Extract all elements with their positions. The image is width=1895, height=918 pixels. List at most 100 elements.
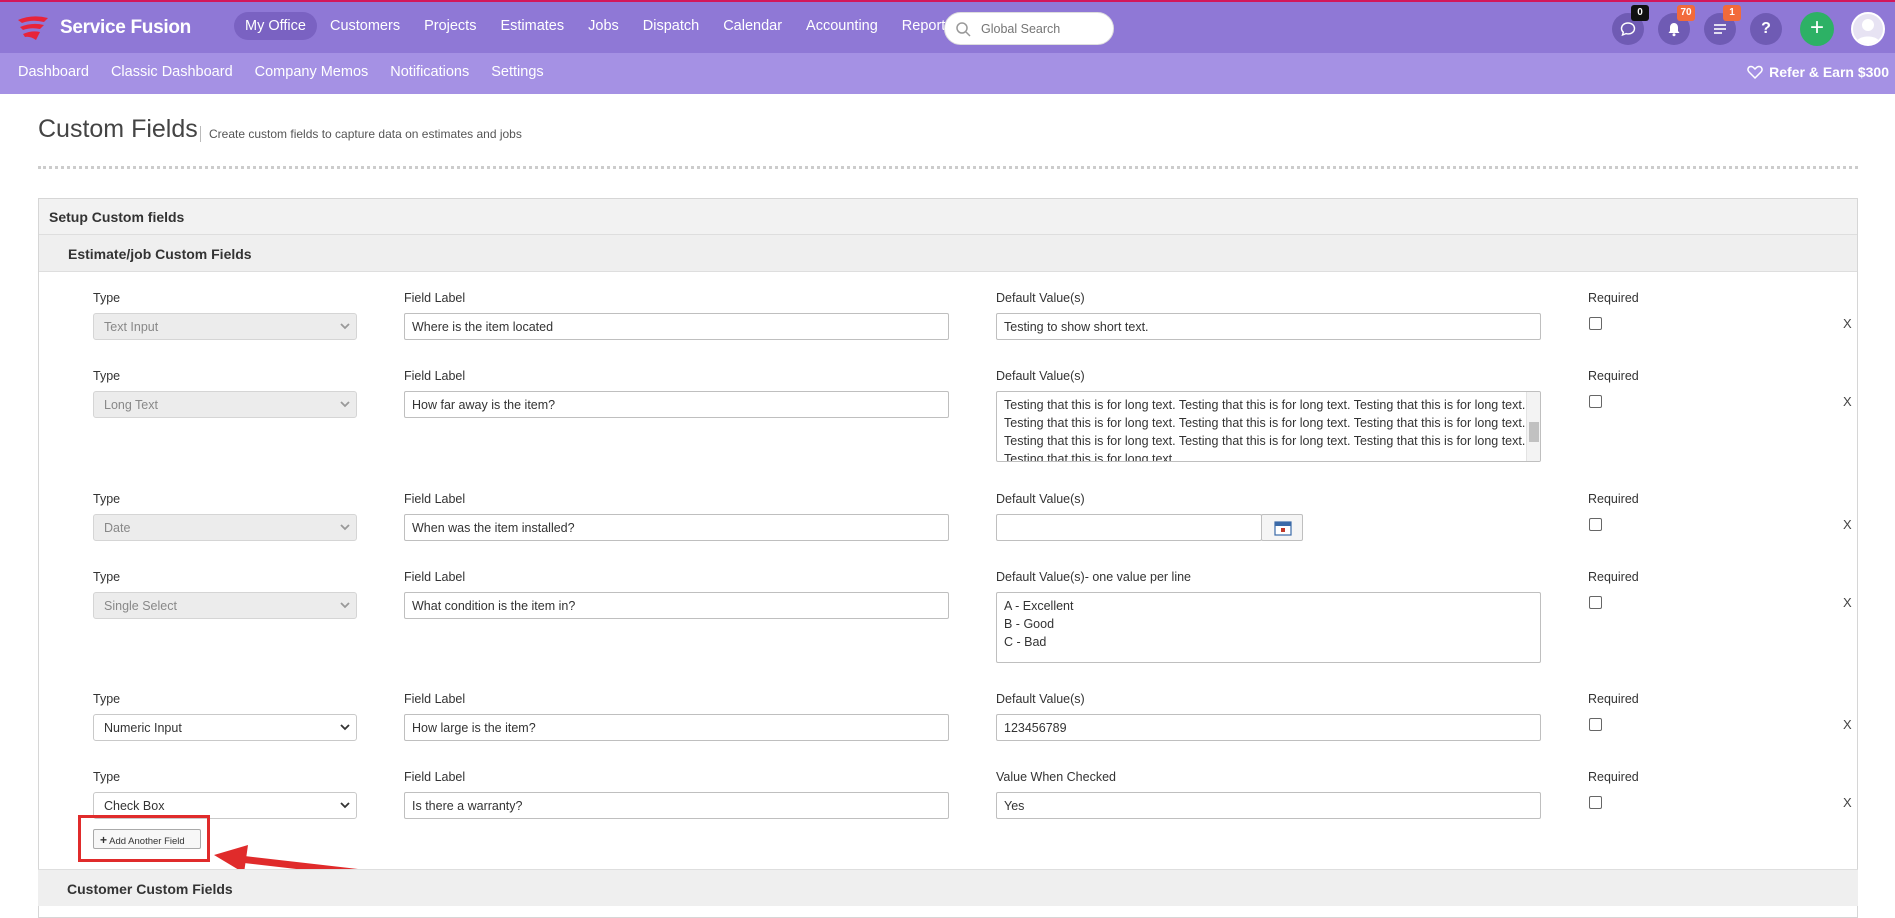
value-when-checked-input[interactable]: Yes — [996, 792, 1541, 819]
required-checkbox[interactable] — [1589, 317, 1602, 330]
textarea-line: Testing that this is for long text. — [1004, 452, 1176, 462]
help-button[interactable]: ? — [1750, 13, 1782, 45]
chevron-down-icon — [340, 323, 350, 330]
field-label-input[interactable]: What condition is the item in? — [404, 592, 949, 619]
help-icon: ? — [1761, 20, 1771, 37]
top-navbar: Service Fusion My Office Customers Proje… — [0, 0, 1895, 53]
service-fusion-logo-icon — [18, 16, 48, 40]
nav-item-my-office[interactable]: My Office — [234, 12, 317, 40]
options-textarea[interactable]: A - Excellent B - Good C - Bad — [996, 592, 1541, 663]
user-avatar[interactable] — [1851, 12, 1885, 46]
annotation-highlight-box — [78, 815, 210, 862]
required-label: Required — [1588, 291, 1639, 305]
field-label-input[interactable]: How far away is the item? — [404, 391, 949, 418]
nav-item-customers[interactable]: Customers — [319, 12, 411, 40]
quick-add-button[interactable]: + — [1800, 12, 1834, 46]
date-input[interactable] — [996, 514, 1262, 541]
field-label-input[interactable]: Where is the item located — [404, 313, 949, 340]
subnav-item-classic-dashboard[interactable]: Classic Dashboard — [111, 64, 233, 80]
nav-item-projects[interactable]: Projects — [413, 12, 487, 40]
global-search-input[interactable] — [979, 19, 1105, 39]
default-value-heading: Default Value(s)- one value per line — [996, 570, 1192, 584]
remove-field-button[interactable]: X — [1843, 394, 1852, 409]
nav-item-estimates[interactable]: Estimates — [489, 12, 575, 40]
field-label-heading: Field Label — [404, 492, 466, 506]
type-select-value: Check Box — [104, 799, 165, 813]
chat-button[interactable]: 0 — [1612, 5, 1649, 45]
field-label-input[interactable]: How large is the item? — [404, 714, 949, 741]
section-title-estimate-job: Estimate/job Custom Fields — [39, 235, 1857, 272]
required-checkbox[interactable] — [1589, 596, 1602, 609]
refer-label: Refer & Earn $300 — [1769, 64, 1889, 80]
type-select: Date — [93, 514, 357, 541]
default-value-textarea[interactable]: Testing that this is for long text. Test… — [996, 391, 1541, 462]
bell-icon — [1668, 23, 1680, 37]
chevron-down-icon — [340, 802, 350, 809]
type-select-value: Single Select — [104, 599, 177, 613]
type-label: Type — [93, 692, 121, 706]
refer-and-earn-link[interactable]: Refer & Earn $300 — [1747, 64, 1889, 80]
type-label: Type — [93, 492, 121, 506]
required-label: Required — [1588, 492, 1639, 506]
user-icon — [1856, 19, 1880, 44]
type-select-value: Long Text — [104, 398, 158, 412]
global-search[interactable] — [944, 12, 1114, 45]
default-value-input[interactable]: 123456789 — [996, 714, 1541, 741]
list-icon — [1714, 24, 1726, 34]
type-select: Text Input — [93, 313, 357, 340]
remove-field-button[interactable]: X — [1843, 795, 1852, 810]
required-label: Required — [1588, 692, 1639, 706]
required-label: Required — [1588, 570, 1639, 584]
required-checkbox[interactable] — [1589, 395, 1602, 408]
scrollbar-thumb[interactable] — [1529, 422, 1539, 442]
type-select-value: Numeric Input — [104, 721, 182, 735]
default-value-heading: Default Value(s) — [996, 291, 1085, 305]
type-select: Single Select — [93, 592, 357, 619]
option-line: B - Good — [1004, 617, 1055, 631]
subnav-item-company-memos[interactable]: Company Memos — [255, 64, 369, 80]
default-value-input[interactable]: Testing to show short text. — [996, 313, 1541, 340]
default-value-heading: Default Value(s) — [996, 492, 1085, 506]
nav-item-dispatch[interactable]: Dispatch — [632, 12, 710, 40]
tasks-button[interactable]: 1 — [1704, 5, 1741, 45]
panel-title: Setup Custom fields — [39, 199, 1857, 235]
nav-item-calendar[interactable]: Calendar — [712, 12, 793, 40]
remove-field-button[interactable]: X — [1843, 316, 1852, 331]
required-checkbox[interactable] — [1589, 718, 1602, 731]
plus-icon: + — [1809, 14, 1824, 41]
type-label: Type — [93, 291, 121, 305]
field-label-heading: Field Label — [404, 291, 466, 305]
calendar-button[interactable] — [1261, 514, 1303, 541]
type-label: Type — [93, 570, 121, 584]
search-icon — [956, 22, 971, 37]
nav-item-accounting[interactable]: Accounting — [795, 12, 889, 40]
textarea-scrollbar[interactable] — [1526, 392, 1540, 461]
required-label: Required — [1588, 770, 1639, 784]
field-label-input[interactable]: When was the item installed? — [404, 514, 949, 541]
logo[interactable]: Service Fusion — [14, 12, 191, 44]
remove-field-button[interactable]: X — [1843, 595, 1852, 610]
required-checkbox[interactable] — [1589, 796, 1602, 809]
required-checkbox[interactable] — [1589, 518, 1602, 531]
required-label: Required — [1588, 369, 1639, 383]
main-nav: My Office Customers Projects Estimates J… — [234, 12, 966, 40]
subnav-item-dashboard[interactable]: Dashboard — [18, 64, 89, 80]
field-label-heading: Field Label — [404, 570, 466, 584]
remove-field-button[interactable]: X — [1843, 717, 1852, 732]
chevron-down-icon — [340, 524, 350, 531]
chevron-down-icon — [340, 401, 350, 408]
page-title: Custom Fields — [38, 115, 198, 143]
option-line: A - Excellent — [1004, 599, 1074, 613]
nav-item-jobs[interactable]: Jobs — [577, 12, 630, 40]
type-select[interactable]: Numeric Input — [93, 714, 357, 741]
textarea-line: Testing that this is for long text. Test… — [1004, 434, 1526, 448]
option-line: C - Bad — [1004, 635, 1047, 649]
field-label-heading: Field Label — [404, 770, 466, 784]
subnav-item-settings[interactable]: Settings — [491, 64, 543, 80]
page-subtitle: Create custom fields to capture data on … — [200, 126, 522, 142]
notifications-button[interactable]: 70 — [1658, 5, 1695, 45]
subnav-item-notifications[interactable]: Notifications — [390, 64, 469, 80]
section-title-customer: Customer Custom Fields — [38, 869, 1858, 906]
remove-field-button[interactable]: X — [1843, 517, 1852, 532]
field-label-input[interactable]: Is there a warranty? — [404, 792, 949, 819]
